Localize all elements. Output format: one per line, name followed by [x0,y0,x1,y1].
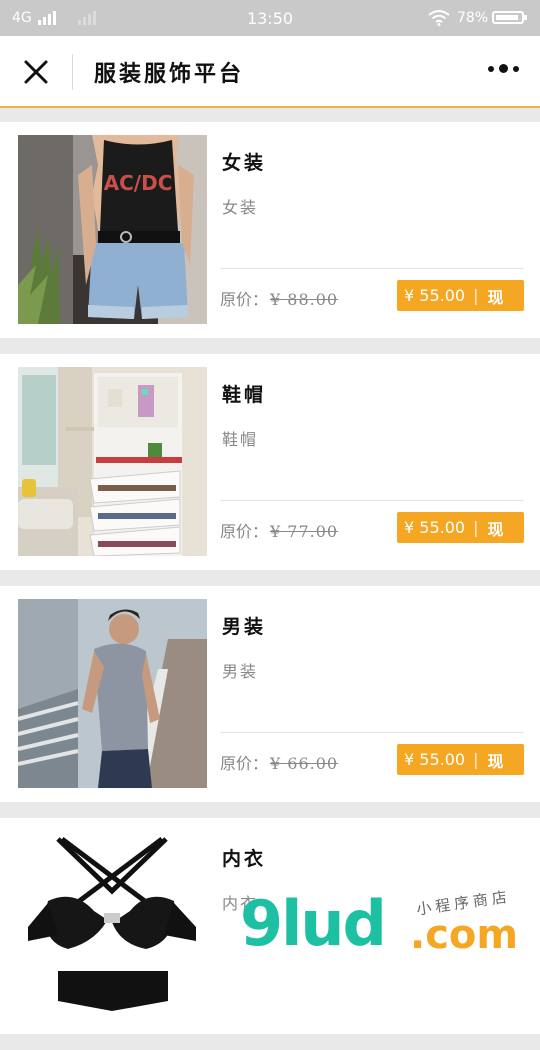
nav-header: 服装服饰平台 [0,36,540,108]
product-description: 女装 [222,198,259,217]
price-separator: | [473,518,479,537]
battery-icon [492,11,527,24]
product-name: 鞋帽 [222,384,267,406]
header-divider [72,54,73,90]
product-name: 女装 [222,152,267,174]
more-dot-icon [513,65,519,72]
product-name: 男装 [222,616,267,638]
original-price: 原价： ¥ 77.00 [220,518,338,542]
price-separator: | [473,286,479,305]
product-name: 内衣 [222,848,267,870]
buy-action-label: 现 [487,751,504,771]
original-price-value: ¥ 88.00 [270,290,339,309]
more-dot-icon [488,65,494,72]
more-dot-icon [499,64,508,73]
battery-percent: 78% [457,10,489,26]
product-image-shoes-hats[interactable] [18,367,207,556]
product-description: 鞋帽 [222,430,259,449]
buy-action-label: 现 [487,519,504,539]
original-price: 原价： ¥ 66.00 [220,750,338,774]
product-description: 内衣 [222,894,259,913]
card-divider [220,500,524,501]
svg-text:AC/DC: AC/DC [104,171,173,195]
close-icon[interactable] [22,58,50,86]
product-description: 男装 [222,662,259,681]
original-price-label: 原价： [220,522,269,541]
wifi-icon [428,10,450,26]
buy-now-button[interactable]: ¥ 55.00 | 现 [397,280,524,311]
product-card[interactable]: 鞋帽 鞋帽 原价： ¥ 77.00 ¥ 55.00 | 现 [0,354,540,570]
buy-now-button[interactable]: ¥ 55.00 | 现 [397,512,524,543]
current-price: ¥ 55.00 [404,286,466,305]
current-price: ¥ 55.00 [404,518,466,537]
product-card[interactable]: 男装 男装 原价： ¥ 66.00 ¥ 55.00 | 现 [0,586,540,802]
product-image-underwear[interactable] [18,831,207,1020]
status-bar: 4G 13:50 78% [0,0,540,36]
price-separator: | [473,750,479,769]
more-options-button[interactable] [488,64,519,73]
original-price-label: 原价： [220,754,269,773]
page-title: 服装服饰平台 [94,61,245,87]
product-card[interactable]: 内衣 内衣 [0,818,540,1034]
buy-action-label: 现 [487,287,504,307]
original-price-label: 原价： [220,290,269,309]
product-card[interactable]: AC/DC 女装 女装 原价： ¥ 88.00 ¥ 55.00 | 现 [0,122,540,338]
card-divider [220,732,524,733]
product-image-womenswear[interactable]: AC/DC [18,135,207,324]
product-list: AC/DC 女装 女装 原价： ¥ 88.00 ¥ 55.00 | 现 鞋帽 鞋… [0,122,540,1050]
original-price-value: ¥ 77.00 [270,522,339,541]
original-price: 原价： ¥ 88.00 [220,286,338,310]
current-price: ¥ 55.00 [404,750,466,769]
product-image-menswear[interactable] [18,599,207,788]
original-price-value: ¥ 66.00 [270,754,339,773]
buy-now-button[interactable]: ¥ 55.00 | 现 [397,744,524,775]
card-divider [220,268,524,269]
